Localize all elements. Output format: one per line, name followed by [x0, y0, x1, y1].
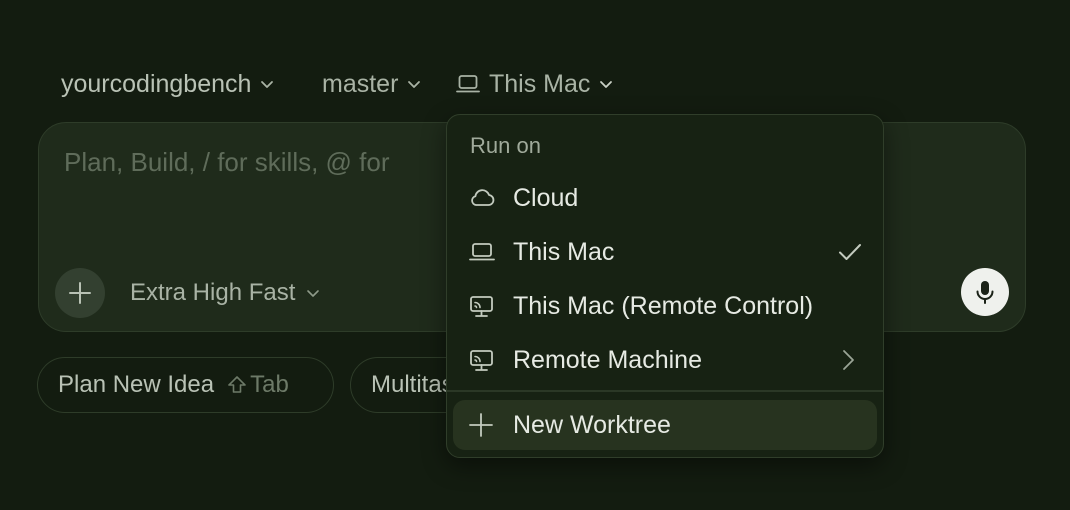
prompt-input[interactable]: Plan, Build, / for skills, @ for [64, 147, 464, 183]
chip-label: Plan New Idea [58, 371, 215, 398]
shift-icon [228, 376, 246, 393]
menu-item-cloud[interactable]: Cloud [453, 173, 877, 223]
chevron-down-icon [600, 81, 613, 88]
menu-item-new-worktree[interactable]: New Worktree [453, 400, 877, 450]
menu-item-label: Remote Machine [513, 345, 702, 374]
menu-divider [447, 390, 883, 392]
menu-item-label: This Mac (Remote Control) [513, 291, 814, 320]
menu-item-this-mac-remote-control[interactable]: This Mac (Remote Control) [453, 281, 877, 331]
repo-name: yourcodingbench [61, 69, 252, 98]
laptop-icon [456, 75, 480, 93]
menu-item-label: New Worktree [513, 410, 671, 439]
plus-icon [69, 282, 91, 304]
chevron-right-icon [843, 350, 854, 370]
chevron-down-icon [408, 81, 421, 88]
menu-item-remote-machine[interactable]: Remote Machine [453, 335, 877, 385]
run-on-menu: Run on Cloud This Mac This Mac (Remote C… [446, 114, 884, 458]
laptop-icon [469, 243, 495, 261]
remote-desktop-icon [470, 296, 493, 317]
menu-item-this-mac[interactable]: This Mac [453, 227, 877, 277]
voice-input-button[interactable] [961, 268, 1009, 316]
cloud-icon [471, 189, 495, 206]
branch-name: master [322, 69, 399, 98]
checkmark-icon [839, 244, 861, 260]
model-name: Extra High Fast [130, 279, 296, 306]
shortcut-key: Tab [250, 371, 289, 398]
environment-name: This Mac [489, 69, 591, 98]
model-selector[interactable]: Extra High Fast [130, 275, 321, 311]
add-attachment-button[interactable] [55, 268, 105, 318]
menu-title: Run on [470, 133, 541, 158]
microphone-icon [976, 281, 994, 304]
shortcut-hint: Tab [226, 371, 289, 399]
chevron-down-icon [261, 81, 274, 88]
menu-item-label: Cloud [513, 183, 579, 212]
chevron-down-icon [307, 290, 320, 297]
menu-item-label: This Mac [513, 237, 615, 266]
plan-new-idea-chip[interactable]: Plan New Idea Tab [37, 357, 334, 413]
plus-icon [469, 413, 493, 437]
repo-selector[interactable]: yourcodingbench [61, 66, 275, 102]
environment-selector[interactable]: This Mac [455, 66, 614, 102]
branch-selector[interactable]: master [322, 66, 422, 102]
app-window: yourcodingbench master This Mac Plan, Bu… [0, 0, 1070, 510]
remote-desktop-icon [470, 350, 493, 371]
